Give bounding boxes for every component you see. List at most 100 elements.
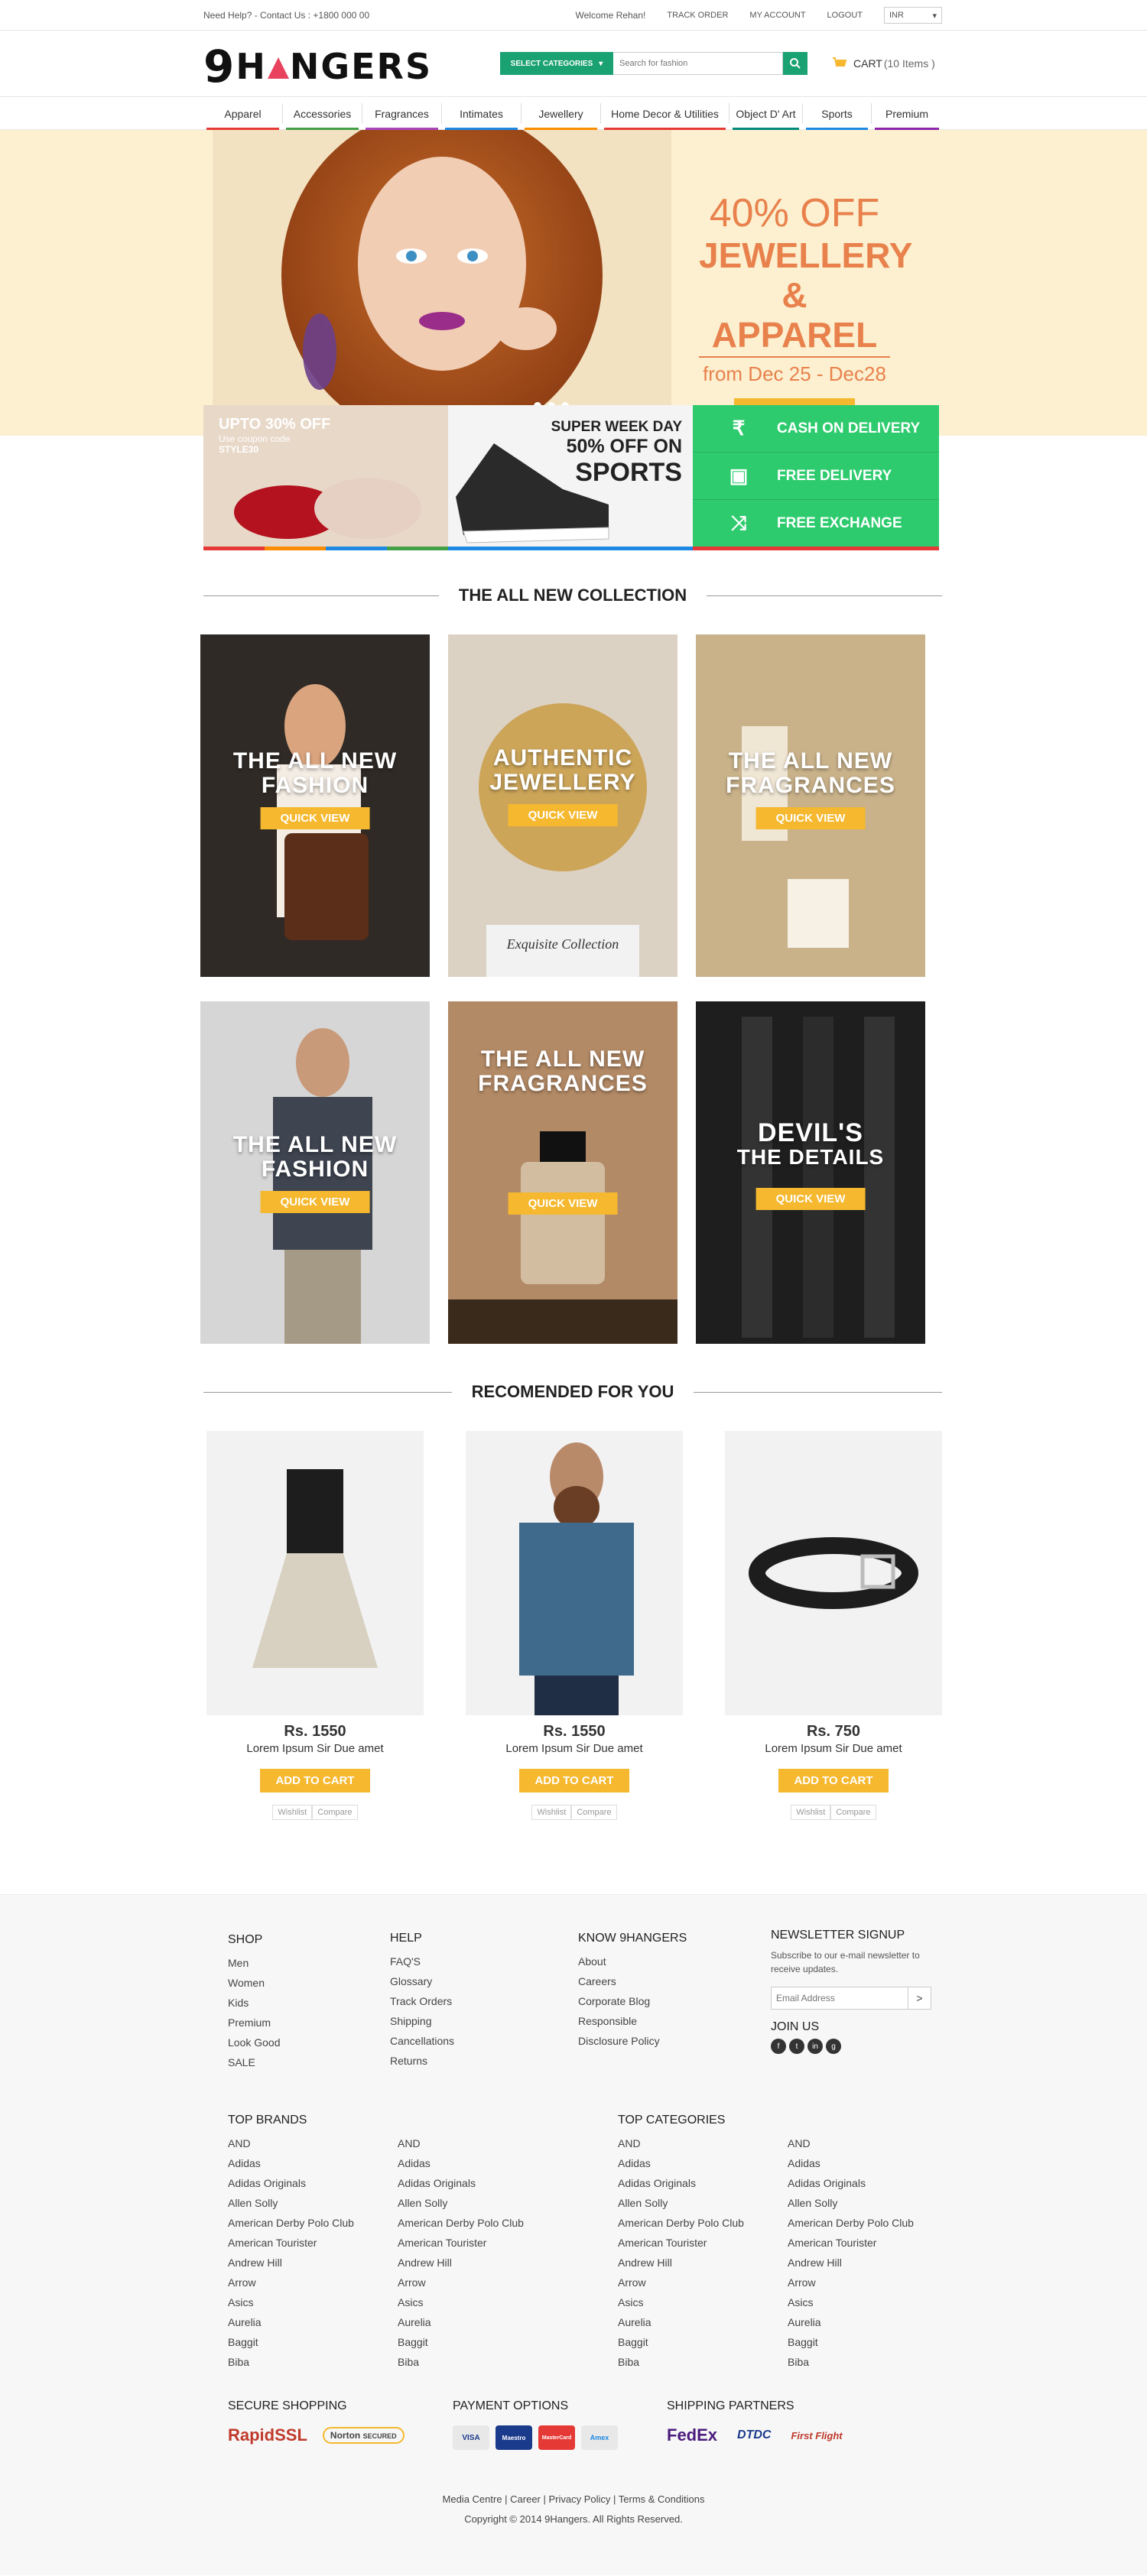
product-image[interactable] [725,1431,942,1715]
footer-link[interactable]: Allen Solly [788,2193,914,2213]
nav-item-fragrances[interactable]: Fragrances [362,103,442,130]
footer-link[interactable]: American Tourister [788,2233,914,2253]
footer-link[interactable]: American Derby Polo Club [618,2213,749,2233]
footer-link[interactable]: Adidas [398,2153,524,2173]
footer-link[interactable]: AND [788,2133,914,2153]
footer-link[interactable]: Allen Solly [398,2193,524,2213]
cash-on-delivery[interactable]: ₹ CASH ON DELIVERY [693,405,939,453]
collection-tile[interactable]: AUTHENTIC JEWELLERY QUICK VIEW Exquisite … [448,634,677,977]
nav-item-intimates[interactable]: Intimates [442,103,522,130]
compare-link[interactable]: Compare [830,1805,876,1820]
footer-link[interactable]: Asics [228,2292,359,2312]
logout-link[interactable]: LOGOUT [827,11,863,20]
product-card[interactable]: Rs. 1550 Lorem Ipsum Sir Due amet ADD TO… [466,1431,683,1820]
add-to-cart-button[interactable]: ADD TO CART [778,1769,889,1792]
track-order-link[interactable]: TRACK ORDER [667,11,728,20]
wishlist-link[interactable]: Wishlist [272,1805,313,1820]
linkedin-icon[interactable]: in [807,2039,823,2054]
footer-link[interactable]: Asics [618,2292,749,2312]
footer-link[interactable]: Baggit [788,2332,914,2352]
quick-view-button[interactable]: QUICK VIEW [260,807,370,829]
footer-link[interactable]: Biba [228,2352,359,2372]
compare-link[interactable]: Compare [571,1805,617,1820]
footer-link[interactable]: Adidas Originals [228,2173,359,2193]
footer-link[interactable]: Baggit [398,2332,524,2352]
footer-link[interactable]: Andrew Hill [788,2253,914,2273]
footer-link[interactable]: American Derby Polo Club [228,2213,359,2233]
footer-link[interactable]: Biba [618,2352,749,2372]
promo-sports[interactable]: SUPER WEEK DAY 50% OFF ON SPORTS [448,405,693,550]
product-image[interactable] [206,1431,424,1715]
wishlist-link[interactable]: Wishlist [531,1805,572,1820]
footer-link[interactable]: AND [398,2133,524,2153]
footer-link[interactable]: Look Good [228,2033,281,2052]
footer-link[interactable]: Baggit [618,2332,749,2352]
twitter-icon[interactable]: t [789,2039,804,2054]
footer-link[interactable]: Adidas [618,2153,749,2173]
footer-link[interactable]: Arrow [788,2273,914,2292]
footer-link[interactable]: Shipping [390,2011,454,2031]
footer-link[interactable]: Andrew Hill [618,2253,749,2273]
search-button[interactable] [783,52,807,75]
footer-link[interactable]: Premium [228,2013,281,2033]
footer-link[interactable]: Baggit [228,2332,359,2352]
collection-tile[interactable]: THE ALL NEW FRAGRANCES QUICK VIEW [696,634,925,977]
footer-link[interactable]: Responsible [578,2011,687,2031]
nav-item-object-d-art[interactable]: Object D' Art [729,103,803,130]
footer-link[interactable]: American Tourister [618,2233,749,2253]
footer-link[interactable]: Aurelia [398,2312,524,2332]
nav-item-accessories[interactable]: Accessories [283,103,362,130]
footer-link[interactable]: AND [228,2133,359,2153]
facebook-icon[interactable]: f [771,2039,786,2054]
footer-link[interactable]: Corporate Blog [578,1991,687,2011]
footer-link[interactable]: Kids [228,1993,281,2013]
quick-view-button[interactable]: QUICK VIEW [755,1188,866,1210]
footer-link[interactable]: American Tourister [228,2233,359,2253]
nav-item-premium[interactable]: Premium [872,103,942,130]
promo-bags[interactable]: UPTO 30% OFF Use coupon code STYLE30 [203,405,448,550]
product-card[interactable]: Rs. 750 Lorem Ipsum Sir Due amet ADD TO … [725,1431,942,1820]
footer-link[interactable]: Allen Solly [618,2193,749,2213]
footer-link[interactable]: Track Orders [390,1991,454,2011]
product-card[interactable]: Rs. 1550 Lorem Ipsum Sir Due amet ADD TO… [206,1431,424,1820]
quick-view-button[interactable]: QUICK VIEW [508,1192,618,1215]
footer-link[interactable]: Biba [788,2352,914,2372]
collection-tile[interactable]: THE ALL NEW FRAGRANCES QUICK VIEW [448,1001,677,1344]
google-plus-icon[interactable]: g [826,2039,841,2054]
footer-link[interactable]: American Derby Polo Club [398,2213,524,2233]
footer-link[interactable]: Arrow [398,2273,524,2292]
footer-link[interactable]: AND [618,2133,749,2153]
footer-link[interactable]: About [578,1951,687,1971]
footer-link[interactable]: Asics [398,2292,524,2312]
nav-item-home-decor-utilities[interactable]: Home Decor & Utilities [601,103,729,130]
footer-link[interactable]: Adidas Originals [788,2173,914,2193]
footer-link[interactable]: Men [228,1953,281,1973]
currency-select[interactable]: INR ▾ [884,7,942,24]
nav-item-apparel[interactable]: Apparel [203,103,283,130]
select-categories-button[interactable]: SELECT CATEGORIES ▾ [500,52,613,75]
footer-link[interactable]: American Derby Polo Club [788,2213,914,2233]
footer-link[interactable]: Cancellations [390,2031,454,2051]
footer-link[interactable]: Aurelia [618,2312,749,2332]
footer-link[interactable]: Adidas [228,2153,359,2173]
footer-link[interactable]: Aurelia [788,2312,914,2332]
footer-link[interactable]: Arrow [618,2273,749,2292]
footer-link[interactable]: Returns [390,2051,454,2071]
footer-link[interactable]: FAQ'S [390,1951,454,1971]
footer-link[interactable]: Asics [788,2292,914,2312]
footer-link[interactable]: Allen Solly [228,2193,359,2213]
hero-banner[interactable]: 40% OFF JEWELLERY & APPAREL from Dec 25 … [0,130,1147,436]
footer-link[interactable]: Adidas [788,2153,914,2173]
footer-link[interactable]: American Tourister [398,2233,524,2253]
footer-link[interactable]: Adidas Originals [618,2173,749,2193]
my-account-link[interactable]: MY ACCOUNT [749,11,805,20]
footer-link[interactable]: Adidas Originals [398,2173,524,2193]
cart-link[interactable]: CART (10 Items ) [832,57,935,70]
newsletter-submit-button[interactable]: > [908,1987,931,2010]
quick-view-button[interactable]: QUICK VIEW [508,804,618,826]
footer-link[interactable]: Women [228,1973,281,1993]
collection-tile[interactable]: THE ALL NEW FASHION QUICK VIEW [200,634,430,977]
logo[interactable]: 9H NGERS [203,37,500,92]
free-exchange[interactable]: ⤨ FREE EXCHANGE [693,500,939,550]
footer-link[interactable]: Andrew Hill [228,2253,359,2273]
